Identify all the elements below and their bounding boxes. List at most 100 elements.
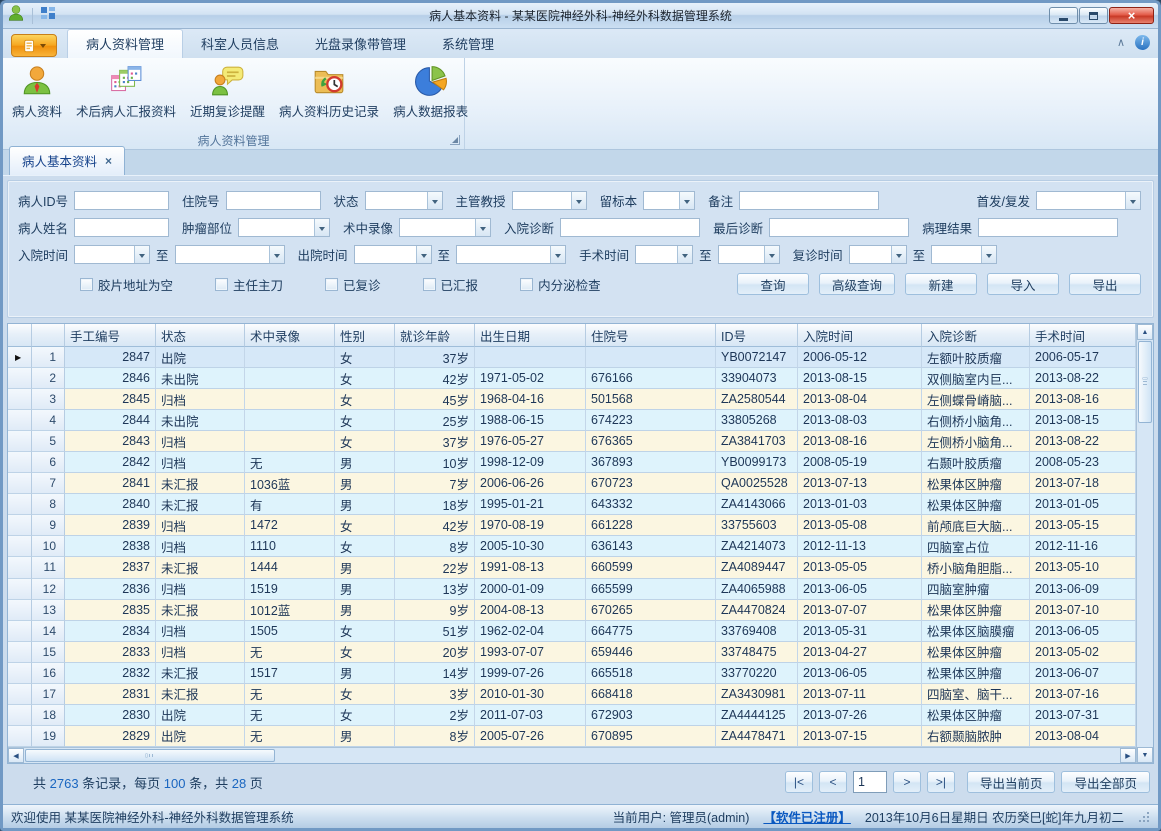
grid-cell[interactable]: 2836 <box>65 579 156 600</box>
grid-cell[interactable]: 2013-05-02 <box>1030 642 1136 663</box>
row-selector[interactable]: ▶ <box>8 347 32 368</box>
grid-cell[interactable]: 1970-08-19 <box>475 515 586 536</box>
grid-cell[interactable]: ZA4065988 <box>716 579 798 600</box>
discharge-date-to-combo[interactable] <box>456 245 566 264</box>
grid-cell[interactable]: 2013-08-22 <box>1030 431 1136 452</box>
chevron-down-icon[interactable] <box>1125 192 1140 209</box>
dialog-launcher-icon[interactable] <box>450 135 460 145</box>
chevron-down-icon[interactable] <box>677 246 692 263</box>
grid-cell[interactable]: 归档 <box>156 389 245 410</box>
grid-cell[interactable]: 前颅底巨大脑... <box>922 515 1030 536</box>
row-selector[interactable] <box>8 579 32 600</box>
grid-cell[interactable]: 2013-08-22 <box>1030 368 1136 389</box>
grid-cell[interactable]: 2013-08-04 <box>798 389 922 410</box>
row-number[interactable]: 16 <box>32 663 65 684</box>
header-selector[interactable] <box>8 324 32 347</box>
grid-cell[interactable]: 2013-08-16 <box>1030 389 1136 410</box>
grid-cell[interactable]: 659446 <box>586 642 716 663</box>
grid-cell[interactable]: 四脑室肿瘤 <box>922 579 1030 600</box>
grid-cell[interactable]: 2847 <box>65 347 156 368</box>
grid-cell[interactable]: 42岁 <box>395 515 475 536</box>
grid-row[interactable]: ▶12847出院女37岁YB00721472006-05-12左额叶胶质瘤200… <box>8 347 1136 368</box>
grid-cell[interactable]: 1976-05-27 <box>475 431 586 452</box>
column-header[interactable]: 就诊年龄 <box>395 324 475 347</box>
minimize-button[interactable] <box>1049 7 1078 24</box>
grid-cell[interactable]: 661228 <box>586 515 716 536</box>
row-number[interactable]: 12 <box>32 579 65 600</box>
revisit-date-from-combo[interactable] <box>849 245 907 264</box>
grid-cell[interactable]: 2013-07-26 <box>798 705 922 726</box>
grid-row[interactable]: 112837未汇报1444男22岁1991-08-13660599ZA40894… <box>8 557 1136 578</box>
row-number[interactable]: 4 <box>32 410 65 431</box>
grid-cell[interactable]: 42岁 <box>395 368 475 389</box>
grid-cell[interactable]: 676365 <box>586 431 716 452</box>
grid-cell[interactable]: 2013-01-03 <box>798 494 922 515</box>
grid-cell[interactable]: 女 <box>335 431 395 452</box>
grid-cell[interactable]: 女 <box>335 536 395 557</box>
surgery-date-from-combo[interactable] <box>635 245 693 264</box>
ribbon-tab-system[interactable]: 系统管理 <box>424 30 512 58</box>
row-selector[interactable] <box>8 642 32 663</box>
chevron-down-icon[interactable] <box>416 246 431 263</box>
grid-cell[interactable]: 20岁 <box>395 642 475 663</box>
grid-cell[interactable]: 未汇报 <box>156 473 245 494</box>
row-selector[interactable] <box>8 515 32 536</box>
grid-cell[interactable]: 670723 <box>586 473 716 494</box>
application-menu-button[interactable] <box>11 34 57 57</box>
surgery-date-to-combo[interactable] <box>718 245 780 264</box>
grid-cell[interactable]: 660599 <box>586 557 716 578</box>
grid-cell[interactable]: 男 <box>335 473 395 494</box>
grid-cell[interactable]: 归档 <box>156 452 245 473</box>
grid-cell[interactable]: 2842 <box>65 452 156 473</box>
grid-cell[interactable]: 2013-07-11 <box>798 684 922 705</box>
grid-row[interactable]: 142834归档1505女51岁1962-02-0466477533769408… <box>8 621 1136 642</box>
grid-cell[interactable]: 无 <box>245 642 335 663</box>
row-selector[interactable] <box>8 389 32 410</box>
grid-cell[interactable]: ZA4478471 <box>716 726 798 747</box>
grid-cell[interactable]: 右额颞脑脓肿 <box>922 726 1030 747</box>
export-button[interactable]: 导出 <box>1069 273 1141 295</box>
grid-cell[interactable]: 2013-08-16 <box>798 431 922 452</box>
grid-cell[interactable]: 出院 <box>156 705 245 726</box>
ribbon-button-revisit-reminder[interactable]: 近期复诊提醒 <box>183 61 272 123</box>
row-selector[interactable] <box>8 368 32 389</box>
grid-cell[interactable]: 1998-12-09 <box>475 452 586 473</box>
grid-cell[interactable]: 四脑室占位 <box>922 536 1030 557</box>
grid-cell[interactable]: 松果体区肿瘤 <box>922 473 1030 494</box>
grid-cell[interactable]: 2004-08-13 <box>475 600 586 621</box>
grid-row[interactable]: 32845归档女45岁1968-04-16501568ZA25805442013… <box>8 389 1136 410</box>
grid-cell[interactable]: 右颞叶胶质瘤 <box>922 452 1030 473</box>
grid-cell[interactable]: 2013-07-16 <box>1030 684 1136 705</box>
grid-cell[interactable]: 2008-05-23 <box>1030 452 1136 473</box>
grid-row[interactable]: 132835未汇报1012蓝男9岁2004-08-13670265ZA44708… <box>8 600 1136 621</box>
grid-cell[interactable]: 女 <box>335 515 395 536</box>
grid-cell[interactable]: 2013-06-05 <box>798 663 922 684</box>
row-selector[interactable] <box>8 705 32 726</box>
grid-cell[interactable]: 25岁 <box>395 410 475 431</box>
chevron-down-icon[interactable] <box>550 246 565 263</box>
grid-cell[interactable]: 670895 <box>586 726 716 747</box>
grid-cell[interactable]: 女 <box>335 642 395 663</box>
grid-cell[interactable]: ZA4444125 <box>716 705 798 726</box>
row-number[interactable]: 7 <box>32 473 65 494</box>
row-selector[interactable] <box>8 600 32 621</box>
grid-cell[interactable]: 2006-05-17 <box>1030 347 1136 368</box>
column-header[interactable]: 出生日期 <box>475 324 586 347</box>
row-number[interactable]: 14 <box>32 621 65 642</box>
grid-cell[interactable]: 2844 <box>65 410 156 431</box>
row-selector[interactable] <box>8 663 32 684</box>
grid-cell[interactable]: 2830 <box>65 705 156 726</box>
row-selector[interactable] <box>8 536 32 557</box>
grid-cell[interactable]: 松果体区肿瘤 <box>922 494 1030 515</box>
grid-cell[interactable]: 1962-02-04 <box>475 621 586 642</box>
registered-link[interactable]: 【软件已注册】 <box>763 807 851 826</box>
grid-cell[interactable]: 51岁 <box>395 621 475 642</box>
checkbox-revisited[interactable]: 已复诊 <box>325 275 381 294</box>
grid-row[interactable]: 72841未汇报1036蓝男7岁2006-06-26670723QA002552… <box>8 473 1136 494</box>
grid-cell[interactable]: 664775 <box>586 621 716 642</box>
document-tab-patient-basic[interactable]: 病人基本资料 × <box>9 146 125 175</box>
grid-row[interactable]: 172831未汇报无女3岁2010-01-30668418ZA343098120… <box>8 684 1136 705</box>
grid-cell[interactable]: 有 <box>245 494 335 515</box>
grid-cell[interactable]: 1971-05-02 <box>475 368 586 389</box>
row-selector[interactable] <box>8 473 32 494</box>
